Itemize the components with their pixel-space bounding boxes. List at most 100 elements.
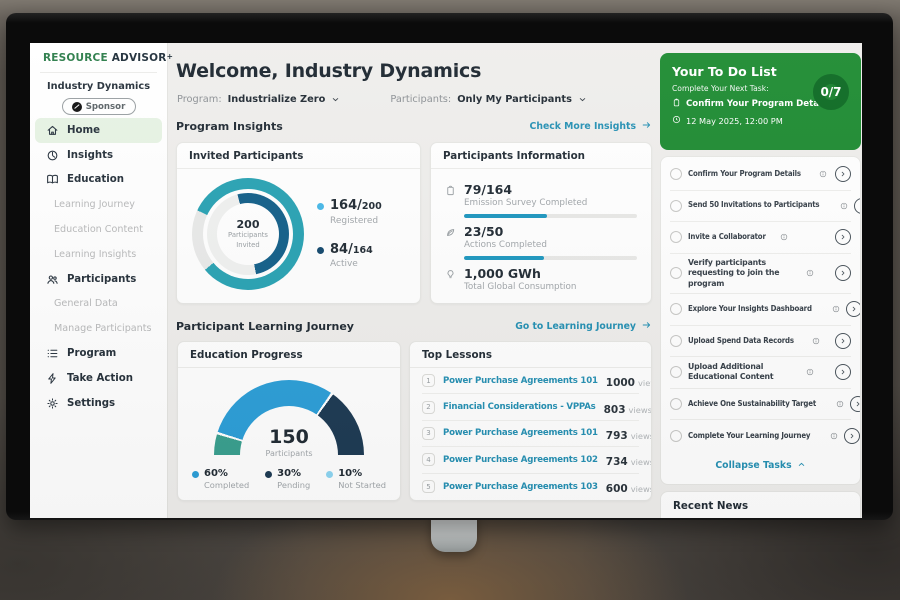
task-chevron-button[interactable] xyxy=(835,364,851,380)
clipboard-icon xyxy=(445,185,456,218)
lesson-rank-badge: 1 xyxy=(422,374,435,387)
task-label: Complete Your Learning Journey xyxy=(688,431,810,442)
page-title: Welcome, Industry Dynamics xyxy=(176,60,481,82)
gauge-center-value: 150 xyxy=(214,428,364,447)
task-checkbox[interactable] xyxy=(670,335,682,347)
list-icon xyxy=(46,347,59,360)
todo-task-row[interactable]: Upload Additional Educational Content xyxy=(670,357,851,389)
info-icon[interactable] xyxy=(840,202,848,210)
legend-total: 164 xyxy=(353,245,373,256)
task-label: Upload Spend Data Records xyxy=(688,336,794,347)
sidebar-item-take-action[interactable]: Take Action xyxy=(30,366,167,391)
task-checkbox[interactable] xyxy=(670,168,682,180)
lesson-rank-badge: 2 xyxy=(422,401,435,414)
invited-donut-inner-ring: 200 Participants Invited xyxy=(207,193,289,275)
todo-task-row[interactable]: Complete Your Learning Journey xyxy=(670,420,851,452)
task-checkbox[interactable] xyxy=(670,267,682,279)
education-progress-card: Education Progress 150 Participants 60% … xyxy=(177,341,401,501)
monitor-bezel: RESOURCE ADVISOR+ Industry Dynamics Spon… xyxy=(6,13,893,520)
legend-dot xyxy=(192,471,199,478)
task-checkbox[interactable] xyxy=(670,398,682,410)
todo-task-row[interactable]: Invite a Collaborator xyxy=(670,222,851,254)
task-chevron-button[interactable] xyxy=(854,198,861,214)
chevron-down-icon xyxy=(331,95,340,104)
lesson-link[interactable]: Power Purchase Agreements 101 xyxy=(443,376,598,386)
info-icon[interactable] xyxy=(806,269,814,277)
gauge-center-label: Participants xyxy=(214,449,364,458)
lesson-link[interactable]: Power Purchase Agreements 102 xyxy=(443,455,598,465)
sidebar-item-manage-participants[interactable]: Manage Participants xyxy=(30,316,167,341)
logo-divider xyxy=(40,72,157,73)
participants-filter[interactable]: Participants: Only My Participants xyxy=(390,94,587,105)
task-checkbox[interactable] xyxy=(670,231,682,243)
go-to-learning-journey-link[interactable]: Go to Learning Journey xyxy=(515,320,652,333)
lesson-link[interactable]: Financial Considerations - VPPAs xyxy=(443,402,596,412)
program-filter[interactable]: Program: Industrialize Zero xyxy=(177,94,340,105)
task-chevron-button[interactable] xyxy=(850,396,861,412)
task-chevron-button[interactable] xyxy=(835,333,851,349)
sponsor-badge-icon xyxy=(72,102,82,112)
link-label: Check More Insights xyxy=(530,121,637,132)
sidebar-item-home[interactable]: Home xyxy=(35,118,162,143)
people-icon xyxy=(46,273,59,286)
gear-icon xyxy=(46,397,59,410)
lesson-link[interactable]: Power Purchase Agreements 103 xyxy=(443,482,598,492)
program-filter-label: Program: xyxy=(177,94,222,105)
info-icon[interactable] xyxy=(830,432,838,440)
todo-summary-card: Your To Do List Complete Your Next Task:… xyxy=(660,53,861,150)
info-icon[interactable] xyxy=(832,305,840,313)
sidebar-item-education-content[interactable]: Education Content xyxy=(30,217,167,242)
lesson-row: 2 Financial Considerations - VPPAs 803vi… xyxy=(422,394,639,420)
sidebar-item-label: Learning Insights xyxy=(54,249,136,260)
arrow-right-icon xyxy=(641,320,652,333)
task-chevron-button[interactable] xyxy=(835,265,851,281)
sidebar-item-learning-insights[interactable]: Learning Insights xyxy=(30,242,167,267)
sidebar-item-general-data[interactable]: General Data xyxy=(30,292,167,317)
todo-task-row[interactable]: Upload Spend Data Records xyxy=(670,326,851,358)
info-icon[interactable] xyxy=(806,368,814,376)
lesson-row: 5 Power Purchase Agreements 103 600views xyxy=(422,474,639,500)
sponsor-badge[interactable]: Sponsor xyxy=(62,98,136,115)
sidebar-item-label: Manage Participants xyxy=(54,323,152,334)
info-icon[interactable] xyxy=(819,170,827,178)
info-icon[interactable] xyxy=(812,337,820,345)
sidebar-item-label: Education xyxy=(67,174,124,185)
sidebar-item-learning-journey[interactable]: Learning Journey xyxy=(30,192,167,217)
task-label: Invite a Collaborator xyxy=(688,232,766,243)
task-chevron-button[interactable] xyxy=(844,428,860,444)
task-chevron-button[interactable] xyxy=(846,301,861,317)
sidebar-item-label: Insights xyxy=(67,150,113,161)
collapse-tasks-link[interactable]: Collapse Tasks xyxy=(670,452,851,480)
lessons-list: 1 Power Purchase Agreements 101 1000view… xyxy=(410,368,651,500)
info-icon[interactable] xyxy=(836,400,844,408)
info-icon[interactable] xyxy=(780,233,788,241)
todo-task-row[interactable]: Achieve One Sustainability Target xyxy=(670,389,851,421)
check-more-insights-link[interactable]: Check More Insights xyxy=(530,120,653,133)
sidebar-item-education[interactable]: Education xyxy=(30,168,167,193)
sidebar-item-program[interactable]: Program xyxy=(30,341,167,366)
lesson-row: 4 Power Purchase Agreements 102 734views xyxy=(422,447,639,473)
task-checkbox[interactable] xyxy=(670,430,682,442)
todo-task-row[interactable]: Verify participants requesting to join t… xyxy=(670,254,851,295)
legend-value: 10% xyxy=(338,468,386,479)
lesson-rank-badge: 5 xyxy=(422,480,435,493)
take-action-icon xyxy=(46,372,59,385)
todo-task-row[interactable]: Explore Your Insights Dashboard xyxy=(670,294,851,326)
sidebar-item-settings[interactable]: Settings xyxy=(30,391,167,416)
task-chevron-button[interactable] xyxy=(835,166,851,182)
sidebar-item-insights[interactable]: Insights xyxy=(30,143,167,168)
arrow-right-icon xyxy=(641,120,652,133)
task-checkbox[interactable] xyxy=(670,200,682,212)
task-chevron-button[interactable] xyxy=(835,229,851,245)
todo-task-row[interactable]: Confirm Your Program Details xyxy=(670,159,851,191)
legend-item-active: 84/164 Active xyxy=(317,243,382,269)
top-lessons-card: Top Lessons 1 Power Purchase Agreements … xyxy=(409,341,652,501)
todo-task-row[interactable]: Send 50 Invitations to Participants xyxy=(670,191,851,223)
sidebar-item-participants[interactable]: Participants xyxy=(30,267,167,292)
lesson-rank-badge: 3 xyxy=(422,427,435,440)
task-checkbox[interactable] xyxy=(670,303,682,315)
lesson-link[interactable]: Power Purchase Agreements 101 xyxy=(443,428,598,438)
task-checkbox[interactable] xyxy=(670,366,682,378)
stat-label: Actions Completed xyxy=(464,240,637,250)
lesson-views-count: 793 xyxy=(606,430,628,442)
